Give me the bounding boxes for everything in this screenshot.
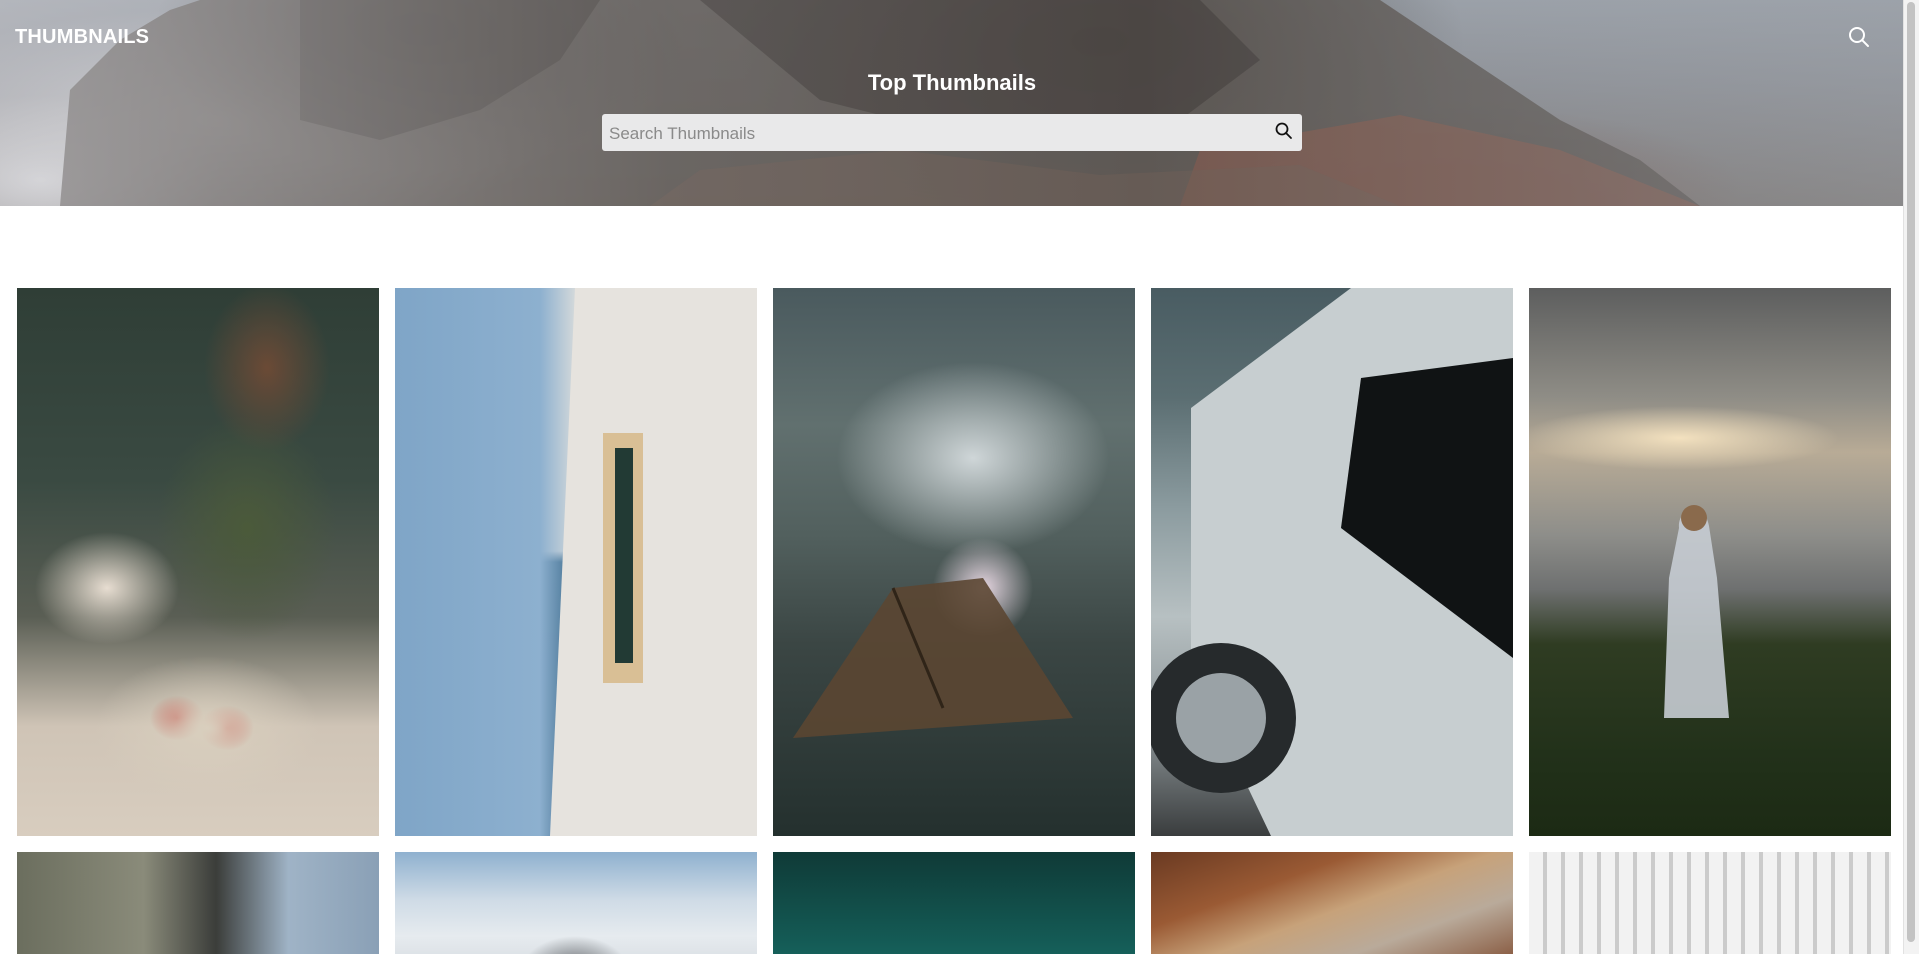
thumbnail-tent-mountains-night[interactable] <box>773 288 1135 836</box>
thumbnail-woman-unpacking-groceries[interactable] <box>17 288 379 836</box>
car-shape <box>1151 288 1513 836</box>
thumbnail-lighthouse-window-sea[interactable] <box>395 288 757 836</box>
thumbnail-silver-classic-car[interactable] <box>1151 288 1513 836</box>
lighthouse-shape <box>550 288 757 836</box>
page-scrollbar[interactable] <box>1903 0 1919 954</box>
scrollbar-thumb[interactable] <box>1907 2 1915 942</box>
thumbnail-snowy-peak-clouds[interactable] <box>395 852 757 954</box>
brand-logo[interactable]: THUMBNAILS <box>15 26 149 49</box>
search-icon[interactable] <box>1847 25 1871 49</box>
hero-fog <box>0 0 1904 206</box>
page-title: Top Thumbnails <box>867 70 1037 95</box>
search-icon[interactable] <box>1274 121 1294 141</box>
thumbnail-teal-sky[interactable] <box>773 852 1135 954</box>
thumbnail-woman-sunset-field[interactable] <box>1529 288 1891 836</box>
woman-figure-shape <box>1664 505 1729 718</box>
thumbnail-wooden-beams-brick[interactable] <box>1151 852 1513 954</box>
hero-header: THUMBNAILS Top Thumbnails <box>0 0 1904 206</box>
search-input[interactable] <box>607 114 1261 153</box>
tent-shape <box>793 578 1073 738</box>
search-bar <box>602 114 1302 153</box>
thumbnail-white-folding-chairs[interactable] <box>1529 852 1891 954</box>
page: THUMBNAILS Top Thumbnails <box>0 0 1919 954</box>
thumbnail-palm-building[interactable] <box>17 852 379 954</box>
